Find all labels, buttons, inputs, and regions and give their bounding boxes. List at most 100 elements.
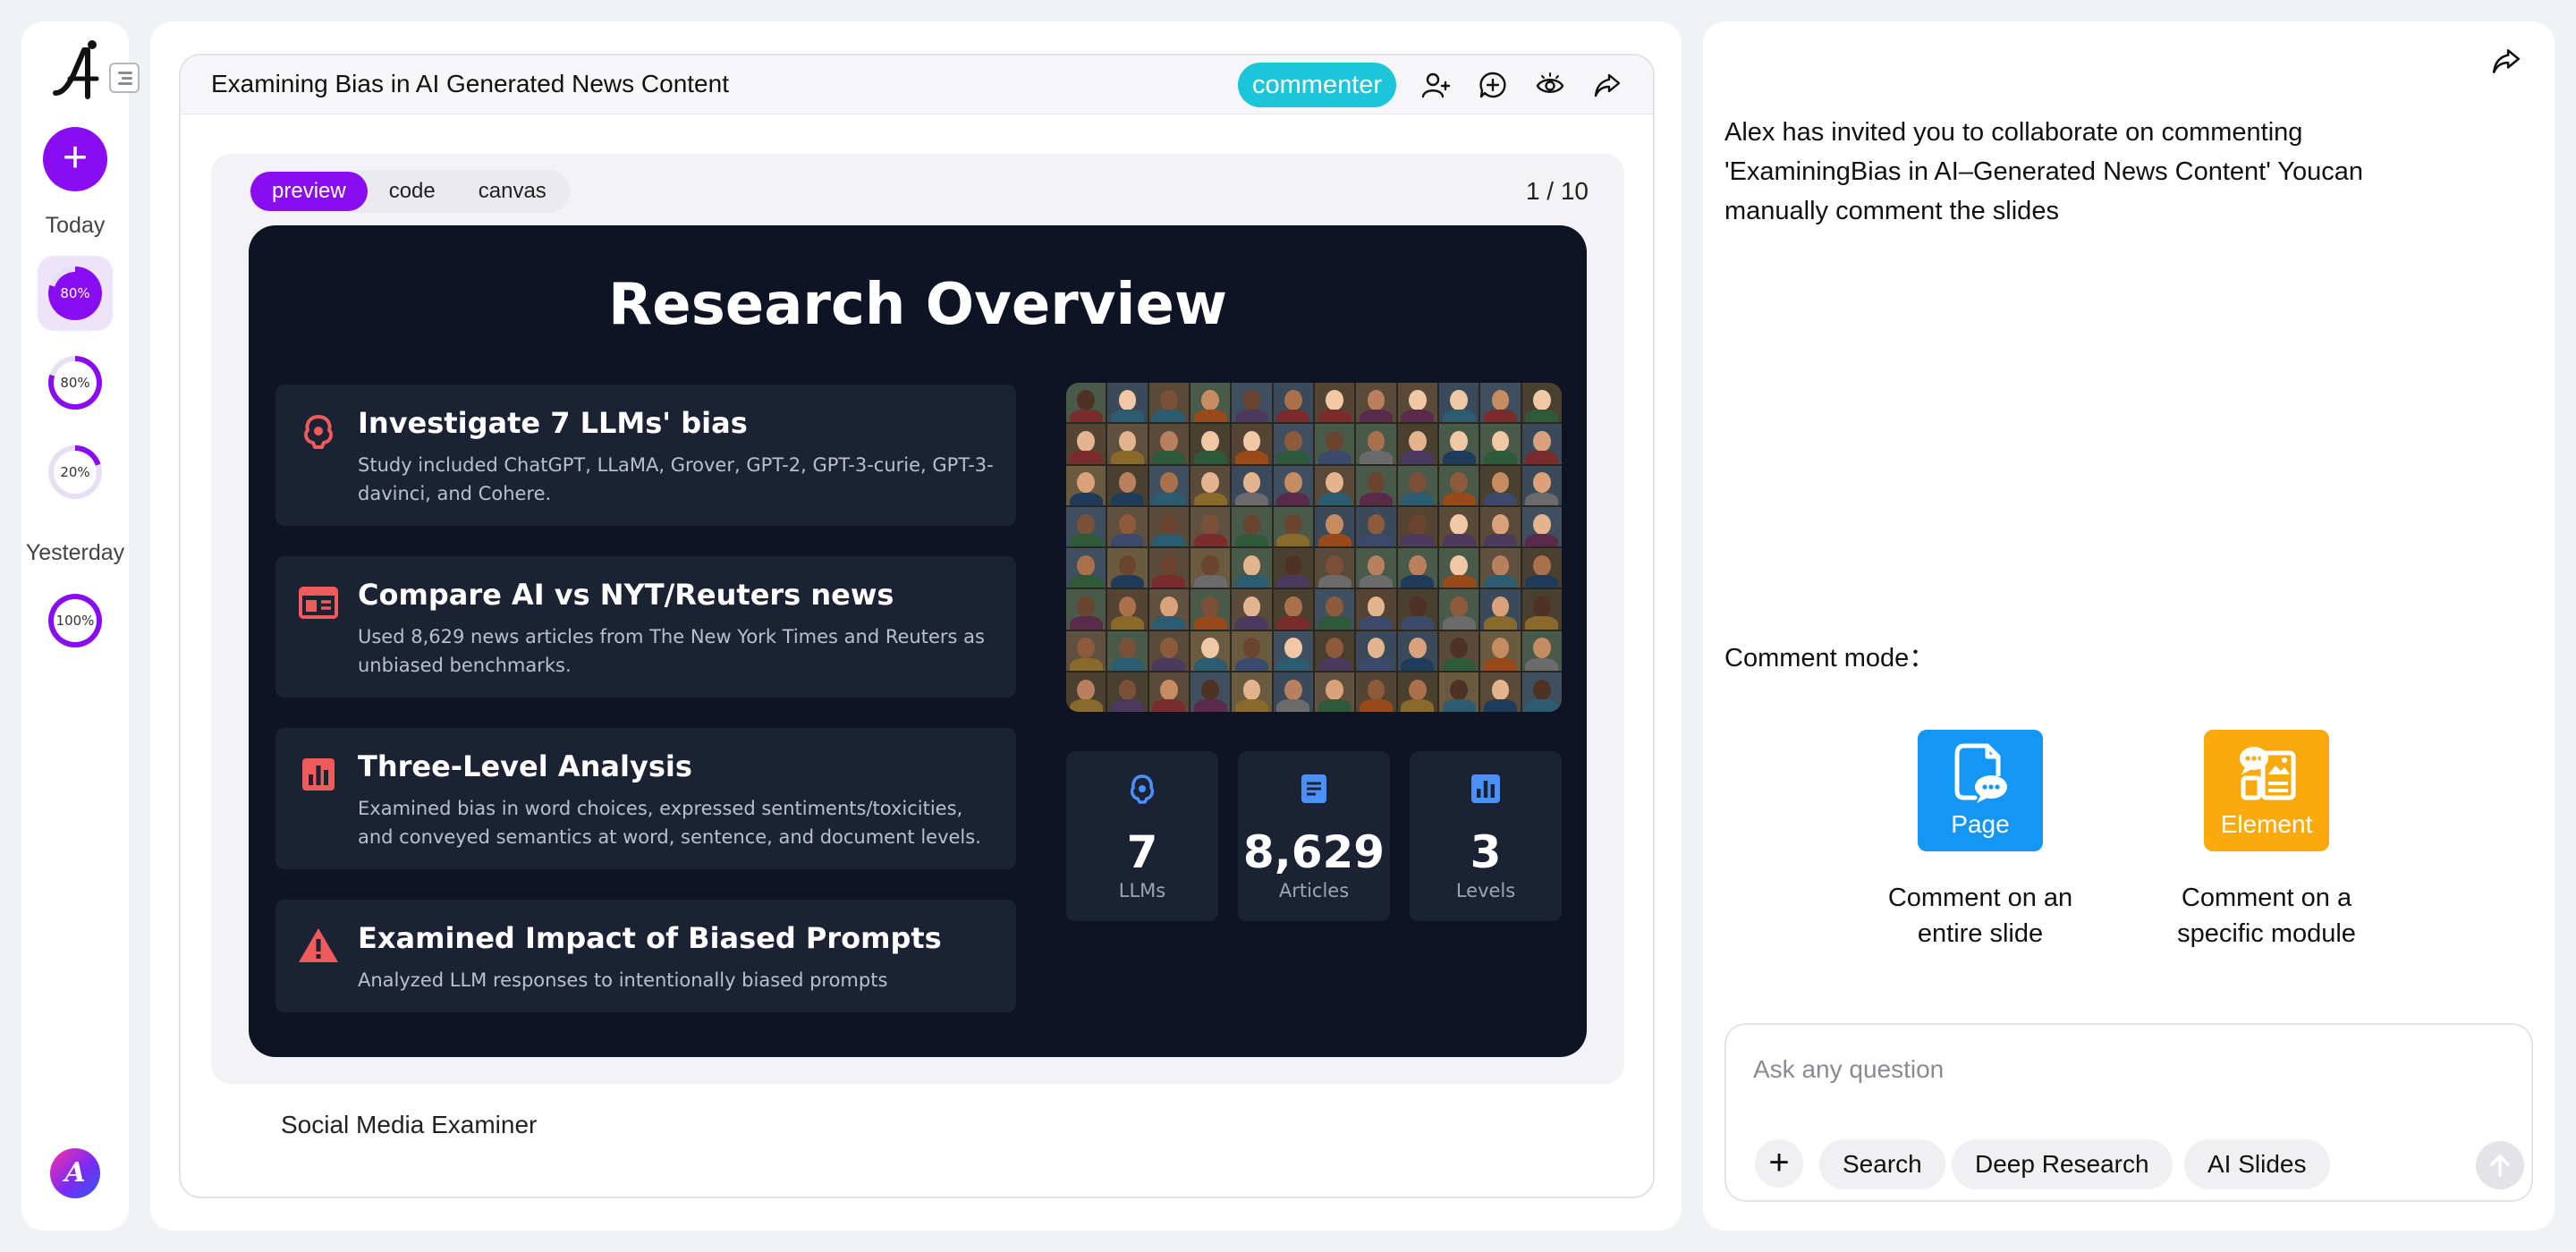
portrait-tile (1273, 383, 1313, 423)
portrait-tile (1397, 465, 1437, 505)
brain-icon (304, 415, 333, 449)
user-avatar[interactable]: A (50, 1148, 100, 1198)
chat-item[interactable]: 20% (38, 435, 113, 510)
stat-label: LLMs (1118, 880, 1166, 901)
portrait-tile (1314, 548, 1355, 588)
group-label-today: Today (45, 213, 106, 238)
portrait-tile (1148, 672, 1189, 712)
portrait-tile (1190, 424, 1231, 464)
portrait-tile (1397, 506, 1437, 546)
portrait-tile (1190, 383, 1231, 423)
progress-label: 100% (54, 599, 97, 642)
portrait-tile (1480, 383, 1521, 423)
ask-question-input[interactable] (1753, 1055, 2487, 1084)
card-description: Used 8,629 news articles from The New Yo… (358, 626, 985, 676)
progress-label: 20% (54, 451, 97, 494)
portrait-tile (1314, 465, 1355, 505)
stat-value: 8,629 (1242, 826, 1385, 878)
tab-code[interactable]: code (368, 172, 457, 211)
bar-chart-icon (1471, 774, 1500, 803)
portrait-tile (1521, 630, 1562, 671)
portrait-tile (1438, 589, 1479, 630)
chat-item[interactable]: 80% (38, 256, 113, 331)
portrait-tile (1107, 506, 1148, 546)
tab-canvas[interactable]: canvas (457, 172, 568, 211)
add-user-icon[interactable] (1420, 70, 1451, 100)
portrait-tile (1397, 672, 1437, 712)
portrait-tile (1397, 383, 1437, 423)
chat-composer: + Search Deep Research AI Slides (1724, 1023, 2533, 1202)
share-icon[interactable] (1592, 70, 1623, 100)
portrait-tile (1066, 424, 1106, 464)
stat-label: Articles (1278, 880, 1350, 901)
collapse-sidebar-icon[interactable] (109, 63, 140, 93)
portrait-tile (1148, 424, 1189, 464)
portrait-tile (1480, 630, 1521, 671)
brain-icon (1130, 774, 1155, 804)
attach-plus-button[interactable]: + (1755, 1139, 1803, 1188)
portrait-tile (1232, 672, 1272, 712)
portrait-tile (1438, 506, 1479, 546)
preview-eye-icon[interactable] (1535, 70, 1565, 100)
portrait-tile (1190, 589, 1231, 630)
portrait-tile (1273, 465, 1313, 505)
share-icon[interactable] (2490, 45, 2522, 77)
portrait-tile (1480, 465, 1521, 505)
portrait-mosaic-image (1066, 383, 1562, 712)
portrait-tile (1232, 548, 1272, 588)
slide-title: Research Overview (608, 272, 1227, 338)
portrait-tile (1314, 589, 1355, 630)
app-logo[interactable] (50, 34, 102, 107)
slide[interactable]: Research Overview Investigate 7 LLMs' bi… (249, 225, 1587, 1057)
role-badge[interactable]: commenter (1238, 63, 1397, 107)
mode-description: Comment on a specific module (2177, 884, 2356, 948)
portrait-tile (1314, 672, 1355, 712)
page-comment-mode-button[interactable]: Page (1918, 730, 2043, 851)
portrait-tile (1190, 506, 1231, 546)
chat-item[interactable]: 100% (38, 583, 113, 658)
portrait-tile (1148, 506, 1189, 546)
portrait-tile (1480, 424, 1521, 464)
progress-label: 80% (54, 272, 97, 315)
document-icon (1301, 774, 1326, 803)
portrait-tile (1066, 630, 1106, 671)
portrait-tile (1190, 465, 1231, 505)
portrait-tile (1190, 548, 1231, 588)
portrait-tile (1356, 506, 1396, 546)
portrait-tile (1273, 672, 1313, 712)
progress-label: 80% (54, 361, 97, 404)
portrait-tile (1190, 672, 1231, 712)
ai-slides-chip[interactable]: AI Slides (2184, 1139, 2330, 1189)
portrait-tile (1232, 589, 1272, 630)
add-comment-icon[interactable] (1478, 70, 1508, 100)
portrait-tile (1066, 506, 1106, 546)
new-chat-button[interactable]: + (43, 127, 107, 191)
portrait-tile (1480, 589, 1521, 630)
info-card: Examined Impact of Biased Prompts Analyz… (275, 900, 1016, 1012)
stat-value: 3 (1470, 826, 1502, 878)
portrait-tile (1314, 383, 1355, 423)
portrait-tile (1232, 630, 1272, 671)
portrait-tile (1438, 672, 1479, 712)
newspaper-icon (299, 587, 338, 619)
portrait-tile (1232, 506, 1272, 546)
search-chip[interactable]: Search (1819, 1139, 1945, 1189)
portrait-tile (1356, 630, 1396, 671)
element-comment-mode-button[interactable]: Element (2204, 730, 2329, 851)
deep-research-chip[interactable]: Deep Research (1952, 1139, 2173, 1189)
portrait-tile (1148, 589, 1189, 630)
portrait-tile (1356, 672, 1396, 712)
portrait-tile (1232, 465, 1272, 505)
send-button[interactable] (2476, 1141, 2524, 1189)
stat-card: 3 Levels (1410, 751, 1562, 921)
document-viewer: Examining Bias in AI Generated News Cont… (179, 54, 1655, 1198)
chat-item[interactable]: 80% (38, 345, 113, 420)
portrait-tile (1438, 630, 1479, 671)
portrait-tile (1356, 424, 1396, 464)
portrait-tile (1148, 548, 1189, 588)
page-comment-icon (1954, 743, 2007, 803)
tab-preview[interactable]: preview (250, 172, 368, 211)
portrait-tile (1356, 589, 1396, 630)
portrait-tile (1107, 383, 1148, 423)
progress-ring: 100% (48, 594, 102, 647)
